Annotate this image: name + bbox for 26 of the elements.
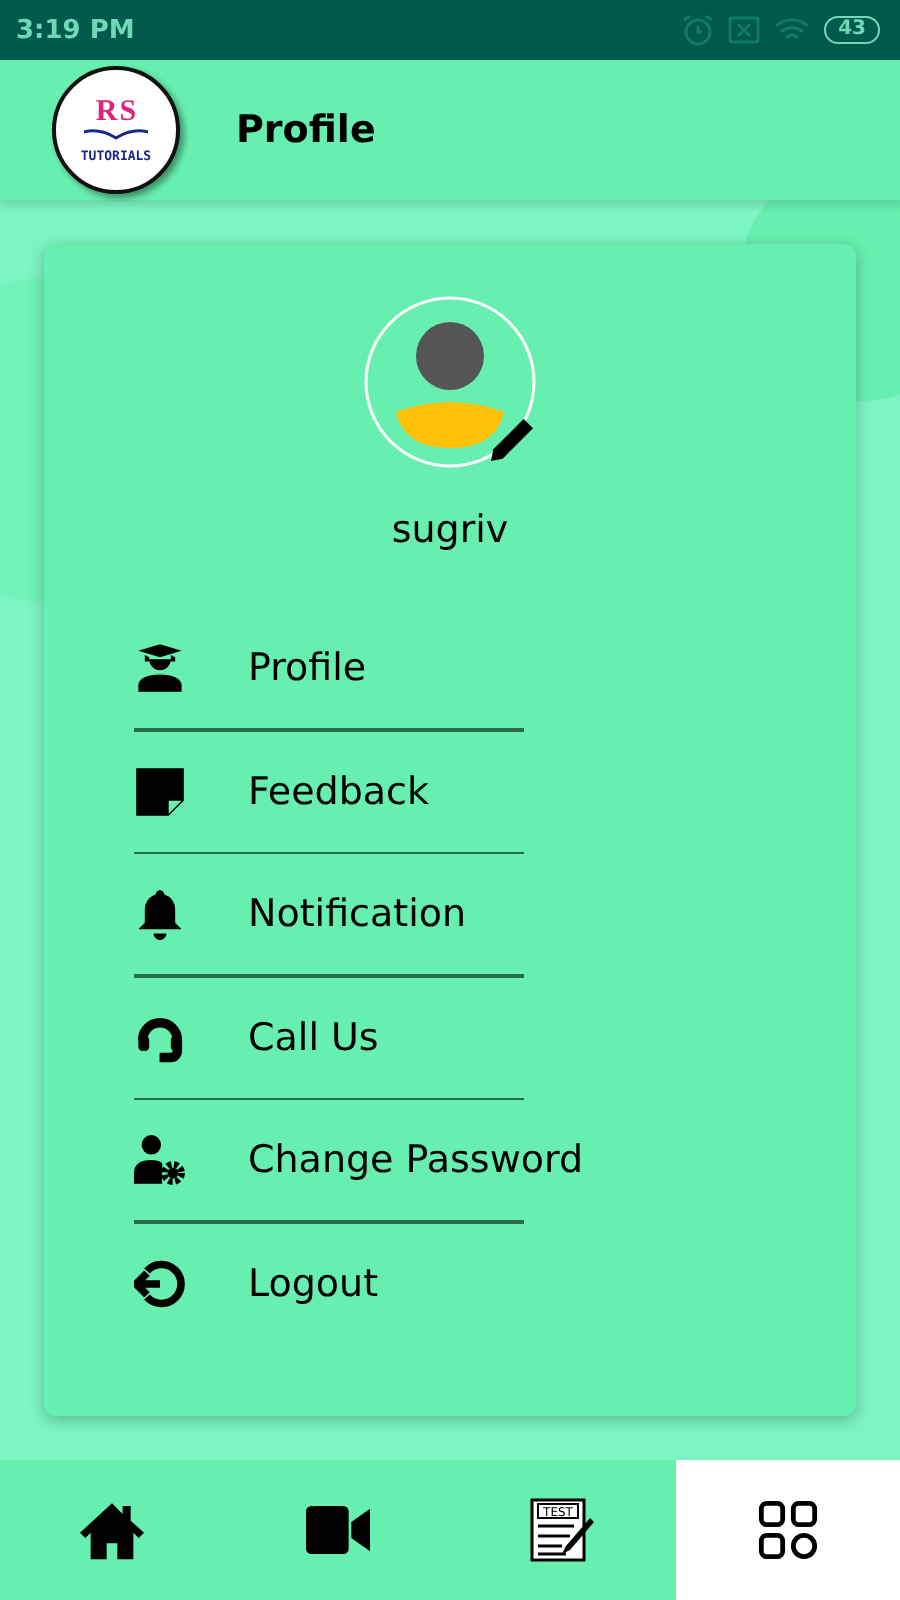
logo-letter: R xyxy=(95,97,118,127)
status-time: 3:19 PM xyxy=(16,15,135,45)
book-icon xyxy=(82,127,150,139)
bell-icon xyxy=(134,888,186,940)
grid-icon xyxy=(755,1498,820,1562)
nav-tab[interactable] xyxy=(675,1460,900,1600)
battery-level: 43 xyxy=(824,16,880,44)
video-camera-icon xyxy=(305,1502,370,1558)
menu-item[interactable]: Notification xyxy=(248,892,467,936)
menu-item[interactable]: Change Password xyxy=(248,1138,584,1182)
menu-item[interactable]: Logout xyxy=(248,1261,379,1305)
sim-card-icon xyxy=(728,16,761,44)
avatar[interactable] xyxy=(364,296,536,468)
menu-item[interactable]: Profile xyxy=(248,646,367,690)
username: sugriv xyxy=(391,508,509,552)
page-title: Profile xyxy=(236,108,376,152)
logout-icon xyxy=(134,1257,186,1309)
menu-item[interactable]: Call Us xyxy=(248,1015,379,1059)
wifi-icon xyxy=(774,16,811,44)
user-settings-icon xyxy=(134,1134,186,1186)
graduate-icon xyxy=(134,642,186,694)
menu-item[interactable]: Feedback xyxy=(248,769,429,813)
alarm-icon xyxy=(682,14,715,46)
logo-letter: S xyxy=(119,97,137,127)
home-icon xyxy=(80,1498,145,1562)
note-icon xyxy=(134,765,186,817)
